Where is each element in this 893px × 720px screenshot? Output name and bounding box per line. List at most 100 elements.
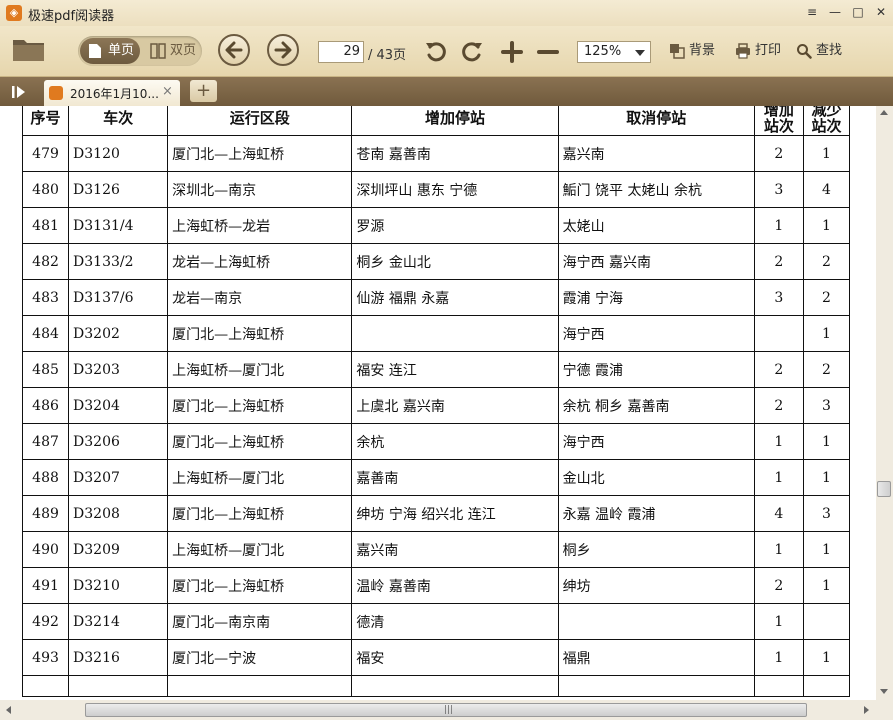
cell-seq: 490 xyxy=(21,531,70,568)
cell-added-stops xyxy=(351,315,559,352)
cell-seq: 486 xyxy=(21,387,70,424)
cell-removed-count: 1 xyxy=(802,207,851,244)
cell-train: D3209 xyxy=(68,531,169,568)
cell-route: 上海虹桥—厦门北 xyxy=(167,531,353,568)
table-row: 490 D3209 上海虹桥—厦门北 嘉兴南 桐乡 1 1 xyxy=(21,531,851,568)
cell-added-count: 1 xyxy=(753,459,804,496)
cell-route: 上海虹桥—龙岩 xyxy=(167,207,353,244)
tab-bar: 2016年1月10... × + xyxy=(0,77,893,106)
document-tab[interactable]: 2016年1月10... × xyxy=(44,80,180,106)
cell-seq: 479 xyxy=(21,135,70,172)
cell-seq: 488 xyxy=(21,459,70,496)
double-page-icon xyxy=(150,43,166,59)
cell-cancelled-stops: 永嘉 温岭 霞浦 xyxy=(557,495,755,532)
cell-train: D3203 xyxy=(68,351,169,388)
cell-seq: 484 xyxy=(21,315,70,352)
cell-train: D3137/6 xyxy=(68,279,169,316)
cell-train: D3120 xyxy=(68,135,169,172)
cell-added-count xyxy=(753,315,804,352)
new-tab-button[interactable]: + xyxy=(190,80,217,102)
scroll-up-icon[interactable] xyxy=(880,110,888,115)
horizontal-scroll-thumb[interactable]: ||| xyxy=(85,703,807,717)
horizontal-scrollbar[interactable]: ||| xyxy=(0,700,876,720)
table-row-partial xyxy=(21,675,851,697)
cell-route: 厦门北—宁波 xyxy=(167,639,353,676)
cell-added-stops: 上虞北 嘉兴南 xyxy=(351,387,559,424)
cell-removed-count: 1 xyxy=(802,135,851,172)
scroll-down-icon[interactable] xyxy=(880,689,888,694)
maximize-button[interactable]: □ xyxy=(849,4,867,20)
cell-train: D3133/2 xyxy=(68,243,169,280)
cell-added-count: 1 xyxy=(753,423,804,460)
header-added-stops: 增加停站 xyxy=(351,106,559,136)
next-page-button[interactable] xyxy=(267,34,299,66)
cell-route: 深圳北—南京 xyxy=(167,171,353,208)
rotate-left-icon[interactable] xyxy=(424,40,448,64)
cell-added-stops: 嘉善南 xyxy=(351,459,559,496)
background-label: 背景 xyxy=(689,43,716,58)
cell-added-stops: 罗源 xyxy=(351,207,559,244)
cell-cancelled-stops: 海宁西 嘉兴南 xyxy=(557,243,755,280)
cell-train: D3208 xyxy=(68,495,169,532)
cell-added-count: 4 xyxy=(753,495,804,532)
cell-route: 厦门北—上海虹桥 xyxy=(167,423,353,460)
table-row: 480 D3126 深圳北—南京 深圳坪山 惠东 宁德 鮜门 饶平 太姥山 余杭 3 4 xyxy=(21,171,851,208)
zoom-out-icon[interactable] xyxy=(536,40,560,64)
search-label: 查找 xyxy=(816,43,843,58)
cell-cancelled-stops: 宁德 霞浦 xyxy=(557,351,755,388)
cell-partial xyxy=(21,675,70,697)
close-button[interactable]: ✕ xyxy=(872,4,890,20)
zoom-select[interactable]: 125% xyxy=(577,41,651,63)
single-page-label: 单页 xyxy=(108,43,135,58)
rotate-right-icon[interactable] xyxy=(460,40,484,64)
header-route: 运行区段 xyxy=(167,106,353,136)
cell-removed-count: 2 xyxy=(802,279,851,316)
cell-partial xyxy=(753,675,804,697)
cell-seq: 485 xyxy=(21,351,70,388)
cell-train: D3202 xyxy=(68,315,169,352)
cell-cancelled-stops xyxy=(557,603,755,640)
page-number-input[interactable]: 29 xyxy=(318,41,364,63)
search-icon xyxy=(797,44,812,59)
cell-added-stops: 苍南 嘉善南 xyxy=(351,135,559,172)
zoom-in-icon[interactable] xyxy=(500,40,524,64)
cell-removed-count: 1 xyxy=(802,531,851,568)
cell-added-count: 1 xyxy=(753,639,804,676)
cell-partial xyxy=(802,675,851,697)
header-seq: 序号 xyxy=(21,106,70,136)
table-row: 484 D3202 厦门北—上海虹桥 海宁西 1 xyxy=(21,315,851,352)
cell-route: 厦门北—上海虹桥 xyxy=(167,315,353,352)
single-page-button[interactable]: 单页 xyxy=(80,38,140,64)
header-cancelled-stops: 取消停站 xyxy=(557,106,755,136)
cell-seq: 489 xyxy=(21,495,70,532)
cell-train: D3216 xyxy=(68,639,169,676)
open-folder-icon[interactable] xyxy=(12,36,46,62)
minimize-button[interactable]: — xyxy=(826,4,844,20)
title-bar: ◈ 极速pdf阅读器 ≡ — □ ✕ xyxy=(0,0,893,26)
cell-cancelled-stops: 绅坊 xyxy=(557,567,755,604)
cell-route: 厦门北—上海虹桥 xyxy=(167,495,353,532)
cell-added-count: 1 xyxy=(753,207,804,244)
vertical-scroll-thumb[interactable] xyxy=(877,481,891,497)
cell-partial xyxy=(557,675,755,697)
document-viewport[interactable]: 序号 车次 运行区段 增加停站 取消停站 增加站次 减少站次 479 D3120 厦… xyxy=(0,106,876,700)
double-page-button[interactable]: 双页 xyxy=(142,38,200,64)
cell-route: 厦门北—上海虹桥 xyxy=(167,135,353,172)
cell-added-count: 3 xyxy=(753,171,804,208)
vertical-scrollbar[interactable] xyxy=(876,106,893,700)
cell-added-count: 3 xyxy=(753,279,804,316)
cell-cancelled-stops: 鮜门 饶平 太姥山 余杭 xyxy=(557,171,755,208)
cell-route: 厦门北—上海虹桥 xyxy=(167,567,353,604)
cell-route: 厦门北—上海虹桥 xyxy=(167,387,353,424)
scroll-left-icon[interactable] xyxy=(6,706,11,714)
sidebar-toggle-icon[interactable] xyxy=(6,83,32,101)
menu-button[interactable]: ≡ xyxy=(803,4,821,20)
scroll-right-icon[interactable] xyxy=(864,706,869,714)
tab-close-icon[interactable]: × xyxy=(162,84,173,99)
cell-removed-count: 4 xyxy=(802,171,851,208)
previous-page-button[interactable] xyxy=(218,34,250,66)
table-row: 489 D3208 厦门北—上海虹桥 绅坊 宁海 绍兴北 连江 永嘉 温岭 霞浦 4 3 xyxy=(21,495,851,532)
cell-seq: 483 xyxy=(21,279,70,316)
arrow-right-icon xyxy=(274,41,292,59)
cell-route: 厦门北—南京南 xyxy=(167,603,353,640)
